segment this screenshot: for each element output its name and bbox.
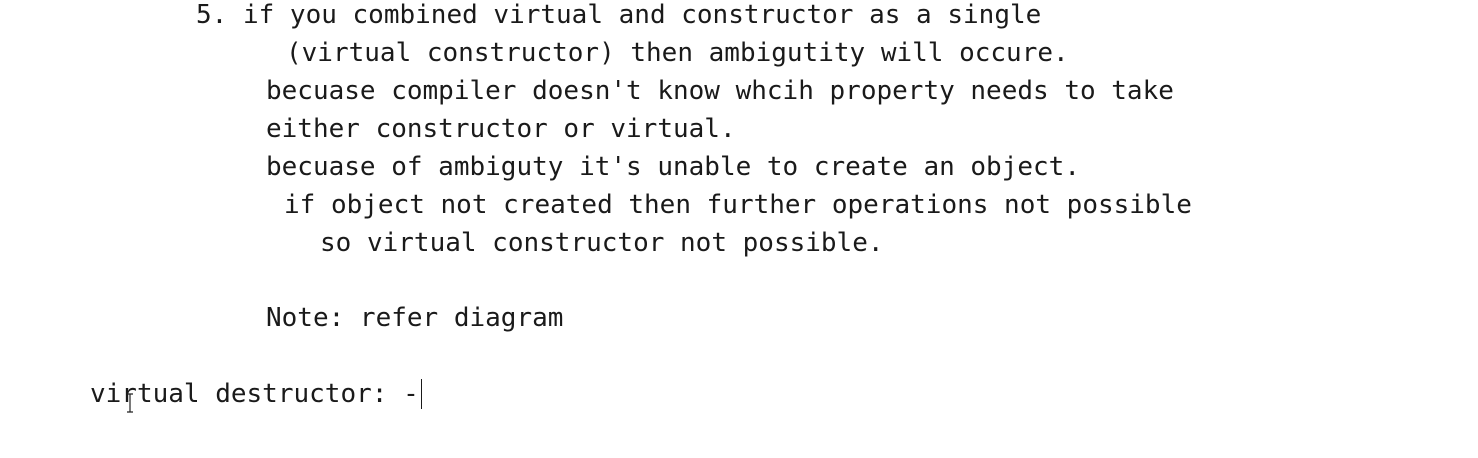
current-line[interactable]: virtual destructor: - [90, 379, 422, 409]
text-line: 5. if you combined virtual and construct… [196, 0, 1042, 30]
text-caret [420, 379, 422, 409]
text-line: becuase of ambiguty it's unable to creat… [266, 152, 1080, 182]
current-line-text: virtual destructor: - [90, 379, 419, 409]
text-editor-area[interactable]: 5. if you combined virtual and construct… [0, 0, 1478, 458]
text-line: becuase compiler doesn't know whcih prop… [266, 76, 1174, 106]
text-line: either constructor or virtual. [266, 114, 736, 144]
text-line: so virtual constructor not possible. [320, 228, 884, 258]
text-ibeam-cursor-icon [127, 393, 133, 413]
note-line: Note: refer diagram [266, 303, 564, 333]
text-line: if object not created then further opera… [284, 190, 1192, 220]
text-line: (virtual constructor) then ambigutity wi… [286, 38, 1069, 68]
